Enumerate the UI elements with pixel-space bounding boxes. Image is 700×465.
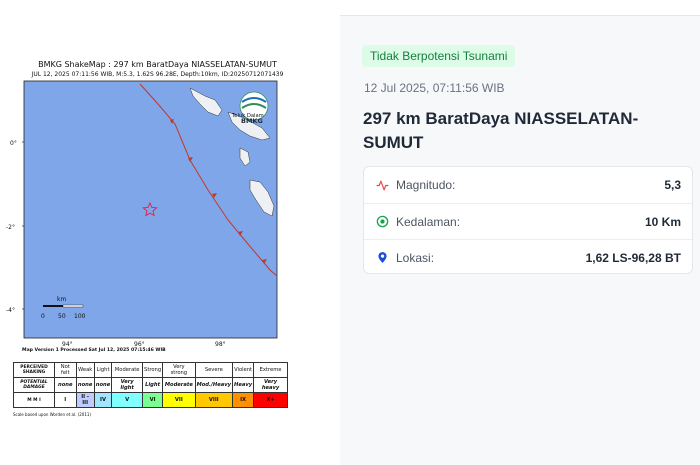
map-pin-icon [375, 251, 389, 265]
lon-tick: 94° [62, 341, 73, 348]
legend-head: PERCEIVED SHAKING [13, 362, 55, 378]
legend-mmi-cell: VI [142, 392, 164, 408]
legend-cell: Light [142, 377, 164, 393]
legend-row-shaking: PERCEIVED SHAKING Not felt Weak Light Mo… [13, 362, 288, 378]
legend-cell: none [93, 377, 113, 393]
scale-note: Scale based upon Worden et al. (2011) [13, 412, 91, 417]
legend-cell: Very light [111, 377, 144, 393]
legend-head: M M I [13, 392, 55, 408]
legend-cell: Extreme [253, 362, 288, 378]
shakemap-image: BMKG ShakeMap : 297 km BaratDaya NIASSEL… [0, 0, 340, 465]
legend-mmi-cell: IX [232, 392, 255, 408]
legend-cell: Strong [142, 362, 164, 378]
legend-mmi-cell: V [111, 392, 144, 408]
scale-unit: km [57, 296, 66, 303]
lat-tick: -4° [6, 307, 15, 314]
legend-cell: none [75, 377, 95, 393]
location-row: Lokasi: 1,62 LS-96,28 BT [364, 239, 692, 275]
legend-cell: Light [93, 362, 113, 378]
scale-tick: 100 [74, 313, 86, 320]
legend-mmi-cell: IV [93, 392, 113, 408]
map-version-note: Map Version 1 Processed Sat Jul 12, 2025… [22, 348, 166, 353]
legend-mmi-cell: VII [162, 392, 196, 408]
legend-cell: Very heavy [253, 377, 288, 393]
legend-mmi-cell: II - III [75, 392, 95, 408]
legend-row-damage: POTENTIAL DAMAGE none none none Very lig… [13, 377, 288, 393]
tsunami-status-badge: Tidak Berpotensi Tsunami [362, 45, 516, 67]
earthquake-info-panel: Tidak Berpotensi Tsunami 12 Jul 2025, 07… [340, 16, 700, 465]
location-value: 1,62 LS-96,28 BT [585, 250, 681, 265]
legend-cell: Heavy [232, 377, 255, 393]
location-label: Lokasi: [396, 250, 435, 265]
legend-cell: Moderate [111, 362, 144, 378]
lat-tick: -2° [6, 224, 15, 231]
depth-row: Kedalaman: 10 Km [364, 203, 692, 239]
legend-mmi-cell: VIII [194, 392, 234, 408]
legend-cell: Very strong [162, 362, 196, 378]
intensity-legend: PERCEIVED SHAKING Not felt Weak Light Mo… [13, 362, 288, 408]
legend-cell: Mod./Heavy [194, 377, 234, 393]
lat-tick: 0° [10, 140, 17, 147]
legend-row-mmi: M M I I II - III IV V VI VII VIII IX X+ [13, 392, 288, 408]
legend-cell: Weak [75, 362, 95, 378]
scale-tick: 50 [58, 313, 66, 320]
event-details-card: Magnitudo: 5,3 Kedalaman: 10 Km Lokasi: … [363, 166, 693, 274]
place-label: Teluk Dalam [231, 113, 264, 119]
event-datetime: 12 Jul 2025, 07:11:56 WIB [364, 81, 505, 95]
legend-mmi-cell: X+ [253, 392, 288, 408]
target-icon [375, 215, 389, 229]
depth-label: Kedalaman: [396, 214, 461, 229]
activity-icon [375, 178, 389, 192]
legend-cell: none [54, 377, 77, 393]
event-location-title: 297 km BaratDaya NIASSELATAN-SUMUT [363, 109, 639, 152]
legend-cell: Severe [194, 362, 234, 378]
legend-cell: Moderate [162, 377, 196, 393]
magnitude-label: Magnitudo: [396, 178, 456, 192]
lon-tick: 96° [134, 341, 145, 348]
magnitude-row: Magnitudo: 5,3 [364, 167, 692, 203]
scale-tick: 0 [41, 313, 45, 320]
legend-head: POTENTIAL DAMAGE [13, 377, 55, 393]
lon-tick: 98° [215, 341, 226, 348]
legend-mmi-cell: I [54, 392, 77, 408]
legend-cell: Violent [232, 362, 255, 378]
legend-cell: Not felt [54, 362, 77, 378]
depth-value: 10 Km [644, 214, 681, 229]
magnitude-value: 5,3 [664, 178, 681, 192]
